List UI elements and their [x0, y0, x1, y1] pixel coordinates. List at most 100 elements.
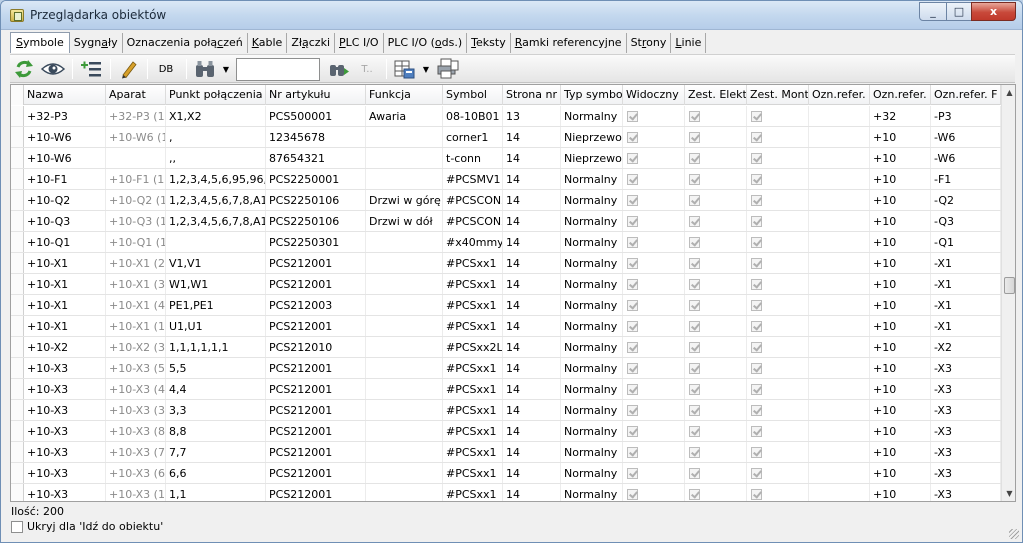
table-cell[interactable]: +10 [870, 295, 931, 315]
table-cell[interactable]: +10-Q2 (1) [106, 190, 166, 210]
checked-checkbox[interactable] [751, 258, 762, 269]
find-dropdown[interactable]: ▼ [220, 57, 232, 81]
view-button[interactable] [40, 57, 66, 81]
row-selector[interactable] [11, 337, 24, 357]
tab-10[interactable]: Linie [671, 33, 707, 53]
table-row[interactable]: +10-Q2 +10-Q2 (1) 1,2,3,4,5,6,7,8,A1, PCS22… [11, 190, 1001, 211]
table-cell[interactable]: +10-X3 [24, 421, 106, 441]
table-cell[interactable]: +10-F1 (1) [106, 169, 166, 189]
row-selector[interactable] [11, 421, 24, 441]
checkbox-cell[interactable] [747, 400, 809, 420]
table-cell[interactable]: 8,8 [166, 421, 266, 441]
table-cell[interactable]: +10 [870, 442, 931, 462]
column-header[interactable]: Nazwa [24, 85, 106, 105]
checked-checkbox[interactable] [689, 405, 700, 416]
checkbox-cell[interactable] [623, 316, 685, 336]
checkbox-cell[interactable] [747, 463, 809, 483]
checked-checkbox[interactable] [751, 489, 762, 500]
checked-checkbox[interactable] [689, 132, 700, 143]
checked-checkbox[interactable] [689, 468, 700, 479]
table-cell[interactable]: +10-X3 (6) [106, 463, 166, 483]
checkbox-cell[interactable] [685, 232, 747, 252]
checkbox-cell[interactable] [685, 274, 747, 294]
checkbox-cell[interactable] [623, 442, 685, 462]
checkbox-cell[interactable] [623, 169, 685, 189]
table-row[interactable]: +10-Q3 +10-Q3 (1) 1,2,3,4,5,6,7,8,A1, PCS22… [11, 211, 1001, 232]
checked-checkbox[interactable] [689, 279, 700, 290]
table-cell[interactable]: Awaria [366, 106, 443, 126]
checkbox-cell[interactable] [747, 442, 809, 462]
checkbox-cell[interactable] [685, 484, 747, 501]
row-selector[interactable] [11, 274, 24, 294]
table-cell[interactable] [809, 358, 870, 378]
table-cell[interactable]: +10-Q1 (1) [106, 232, 166, 252]
checked-checkbox[interactable] [751, 174, 762, 185]
table-cell[interactable]: -Q3 [931, 211, 1001, 231]
table-cell[interactable]: #PCSxx1 [443, 316, 503, 336]
checked-checkbox[interactable] [689, 258, 700, 269]
table-cell[interactable] [809, 463, 870, 483]
search-input[interactable] [236, 58, 320, 81]
column-header[interactable]: Aparat [106, 85, 166, 105]
table-cell[interactable]: Drzwi w górę [366, 190, 443, 210]
table-cell[interactable]: , [166, 127, 266, 147]
table-cell[interactable]: +10-X3 (3) [106, 400, 166, 420]
table-cell[interactable]: Normalny [561, 463, 623, 483]
table-cell[interactable] [366, 232, 443, 252]
table-cell[interactable]: 7,7 [166, 442, 266, 462]
checked-checkbox[interactable] [627, 153, 638, 164]
table-cell[interactable] [809, 379, 870, 399]
row-selector[interactable] [11, 295, 24, 315]
table-cell[interactable] [809, 421, 870, 441]
checked-checkbox[interactable] [689, 153, 700, 164]
table-cell[interactable]: +10-X3 [24, 400, 106, 420]
checked-checkbox[interactable] [627, 237, 638, 248]
table-cell[interactable] [809, 190, 870, 210]
table-cell[interactable]: +10-X1 [24, 295, 106, 315]
table-cell[interactable] [809, 484, 870, 501]
column-header[interactable]: Ozn.refer. F [809, 85, 870, 105]
table-cell[interactable]: PCS212001 [266, 463, 366, 483]
checkbox-cell[interactable] [685, 190, 747, 210]
checked-checkbox[interactable] [751, 468, 762, 479]
table-cell[interactable]: +10-X3 (5) [106, 358, 166, 378]
row-selector[interactable] [11, 484, 24, 501]
table-cell[interactable]: Normalny [561, 106, 623, 126]
checkbox-cell[interactable] [623, 148, 685, 168]
find-button[interactable] [192, 57, 218, 81]
checked-checkbox[interactable] [627, 468, 638, 479]
checkbox-cell[interactable] [747, 169, 809, 189]
table-cell[interactable]: +10-X3 [24, 484, 106, 501]
checked-checkbox[interactable] [627, 300, 638, 311]
checked-checkbox[interactable] [627, 426, 638, 437]
checked-checkbox[interactable] [627, 258, 638, 269]
table-cell[interactable] [366, 295, 443, 315]
table-cell[interactable]: -Q2 [931, 190, 1001, 210]
table-row[interactable]: +10-W6,,87654321 t-conn14Nieprzewodz +10-W… [11, 148, 1001, 169]
checkbox-cell[interactable] [685, 169, 747, 189]
checked-checkbox[interactable] [751, 237, 762, 248]
checkbox-cell[interactable] [685, 337, 747, 357]
checked-checkbox[interactable] [751, 384, 762, 395]
row-selector[interactable] [11, 190, 24, 210]
table-cell[interactable]: +10-X3 (8) [106, 421, 166, 441]
checked-checkbox[interactable] [751, 363, 762, 374]
row-selector[interactable] [11, 400, 24, 420]
checkbox-cell[interactable] [747, 379, 809, 399]
table-cell[interactable]: +10-W6 (1) [106, 127, 166, 147]
table-cell[interactable]: #PCSxx2L [443, 337, 503, 357]
checkbox-cell[interactable] [623, 127, 685, 147]
row-selector[interactable] [11, 148, 24, 168]
table-cell[interactable]: ,, [166, 148, 266, 168]
row-selector[interactable] [11, 106, 24, 126]
table-cell[interactable]: PE1,PE1 [166, 295, 266, 315]
checked-checkbox[interactable] [751, 321, 762, 332]
row-selector[interactable] [11, 232, 24, 252]
checked-checkbox[interactable] [751, 279, 762, 290]
table-cell[interactable]: PCS212001 [266, 253, 366, 273]
table-cell[interactable]: PCS212001 [266, 274, 366, 294]
table-row[interactable]: +10-F1 +10-F1 (1) 1,2,3,4,5,6,95,96,9 PCS22… [11, 169, 1001, 190]
hide-for-goto-checkbox[interactable] [11, 520, 23, 533]
table-cell[interactable] [366, 442, 443, 462]
table-cell[interactable]: PCS2250106 [266, 211, 366, 231]
